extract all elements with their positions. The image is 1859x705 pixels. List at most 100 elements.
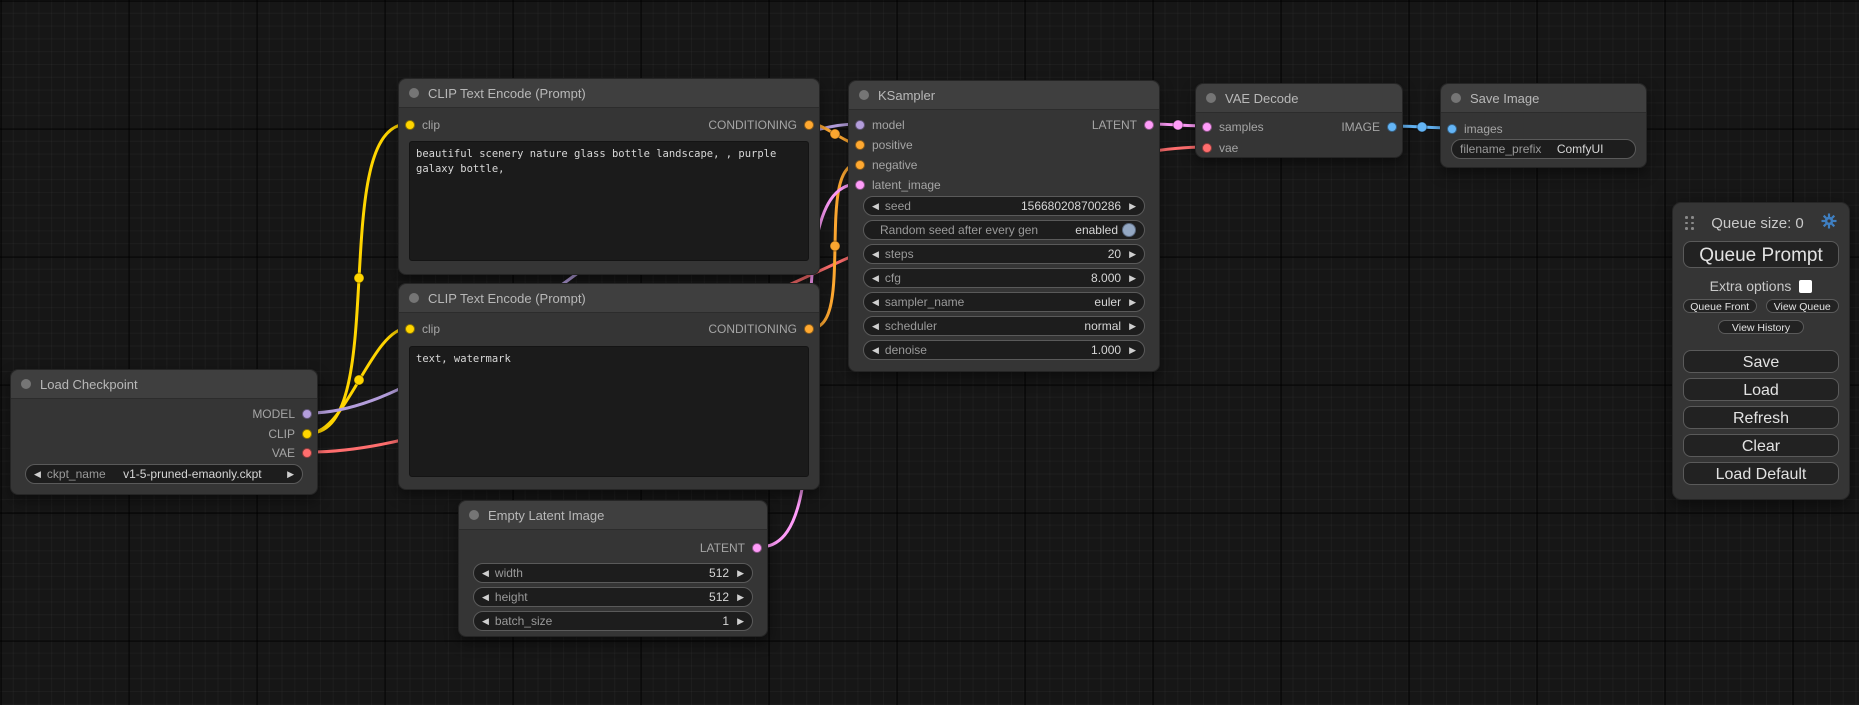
node-load-checkpoint[interactable]: Load Checkpoint MODEL CLIP VAE ◀ ckpt_na… — [10, 369, 318, 495]
widget-scheduler[interactable]: ◀ scheduler normal ▶ — [863, 316, 1145, 336]
decrement-arrow-icon[interactable]: ◀ — [34, 470, 41, 479]
output-model[interactable]: MODEL — [252, 404, 312, 424]
decrement-arrow-icon[interactable]: ◀ — [872, 202, 879, 211]
decrement-arrow-icon[interactable]: ◀ — [872, 274, 879, 283]
decrement-arrow-icon[interactable]: ◀ — [482, 617, 489, 626]
collapse-dot-icon[interactable] — [859, 90, 869, 100]
increment-arrow-icon[interactable]: ▶ — [737, 617, 744, 626]
conditioning-slot-icon[interactable] — [855, 160, 865, 170]
input-model[interactable]: model — [855, 115, 905, 135]
clip-slot-icon[interactable] — [405, 324, 415, 334]
decrement-arrow-icon[interactable]: ◀ — [872, 250, 879, 259]
output-clip[interactable]: CLIP — [268, 424, 312, 444]
node-vae-decode[interactable]: VAE Decode samples vae IMAGE — [1195, 83, 1403, 158]
load-default-button[interactable]: Load Default — [1683, 462, 1839, 485]
node-save-image[interactable]: Save Image images filename_prefix ComfyU… — [1440, 83, 1647, 168]
output-conditioning[interactable]: CONDITIONING — [708, 115, 814, 135]
decrement-arrow-icon[interactable]: ◀ — [482, 593, 489, 602]
input-clip[interactable]: clip — [405, 319, 440, 339]
collapse-dot-icon[interactable] — [1451, 93, 1461, 103]
output-latent[interactable]: LATENT — [700, 538, 762, 558]
widget-batch-size[interactable]: ◀ batch_size 1 ▶ — [473, 611, 753, 631]
decrement-arrow-icon[interactable]: ◀ — [872, 322, 879, 331]
widget-random-seed-toggle[interactable]: Random seed after every gen enabled — [863, 220, 1145, 240]
load-button[interactable]: Load — [1683, 378, 1839, 401]
latent-slot-icon[interactable] — [1202, 122, 1212, 132]
node-ksampler[interactable]: KSampler model positive negative latent_… — [848, 80, 1160, 372]
output-conditioning[interactable]: CONDITIONING — [708, 319, 814, 339]
increment-arrow-icon[interactable]: ▶ — [1129, 322, 1136, 331]
node-title-bar[interactable]: KSampler — [849, 81, 1159, 110]
node-title-bar[interactable]: CLIP Text Encode (Prompt) — [399, 284, 819, 313]
collapse-dot-icon[interactable] — [21, 379, 31, 389]
output-image[interactable]: IMAGE — [1341, 117, 1397, 137]
vae-slot-icon[interactable] — [302, 448, 312, 458]
widget-filename-prefix[interactable]: filename_prefix ComfyUI — [1451, 139, 1636, 159]
conditioning-slot-icon[interactable] — [804, 120, 814, 130]
conditioning-slot-icon[interactable] — [855, 140, 865, 150]
widget-sampler-name[interactable]: ◀ sampler_name euler ▶ — [863, 292, 1145, 312]
widget-seed[interactable]: ◀ seed 156680208700286 ▶ — [863, 196, 1145, 216]
node-title-bar[interactable]: Empty Latent Image — [459, 501, 767, 530]
image-slot-icon[interactable] — [1447, 124, 1457, 134]
widget-denoise[interactable]: ◀ denoise 1.000 ▶ — [863, 340, 1145, 360]
node-title-bar[interactable]: CLIP Text Encode (Prompt) — [399, 79, 819, 108]
increment-arrow-icon[interactable]: ▶ — [737, 593, 744, 602]
input-negative[interactable]: negative — [855, 155, 917, 175]
conditioning-slot-icon[interactable] — [804, 324, 814, 334]
increment-arrow-icon[interactable]: ▶ — [1129, 298, 1136, 307]
vae-slot-icon[interactable] — [1202, 143, 1212, 153]
output-latent[interactable]: LATENT — [1092, 115, 1154, 135]
node-clip-text-encode-negative[interactable]: CLIP Text Encode (Prompt) clip CONDITION… — [398, 283, 820, 490]
save-button[interactable]: Save — [1683, 350, 1839, 373]
increment-arrow-icon[interactable]: ▶ — [1129, 250, 1136, 259]
input-clip[interactable]: clip — [405, 115, 440, 135]
decrement-arrow-icon[interactable]: ◀ — [872, 298, 879, 307]
gear-icon[interactable] — [1821, 213, 1837, 234]
refresh-button[interactable]: Refresh — [1683, 406, 1839, 429]
drag-handle-icon[interactable] — [1685, 216, 1694, 230]
collapse-dot-icon[interactable] — [1206, 93, 1216, 103]
image-slot-icon[interactable] — [1387, 122, 1397, 132]
view-history-button[interactable]: View History — [1718, 320, 1804, 334]
latent-slot-icon[interactable] — [752, 543, 762, 553]
decrement-arrow-icon[interactable]: ◀ — [482, 569, 489, 578]
collapse-dot-icon[interactable] — [469, 510, 479, 520]
model-slot-icon[interactable] — [855, 120, 865, 130]
output-vae[interactable]: VAE — [272, 443, 312, 463]
collapse-dot-icon[interactable] — [409, 88, 419, 98]
node-clip-text-encode-positive[interactable]: CLIP Text Encode (Prompt) clip CONDITION… — [398, 78, 820, 275]
widget-cfg[interactable]: ◀ cfg 8.000 ▶ — [863, 268, 1145, 288]
widget-height[interactable]: ◀ height 512 ▶ — [473, 587, 753, 607]
latent-slot-icon[interactable] — [855, 180, 865, 190]
input-images[interactable]: images — [1447, 119, 1503, 139]
latent-slot-icon[interactable] — [1144, 120, 1154, 130]
queue-panel[interactable]: Queue size: 0 Queue Prompt Extra options — [1672, 202, 1850, 500]
queue-front-button[interactable]: Queue Front — [1683, 299, 1757, 313]
widget-ckpt-name[interactable]: ◀ ckpt_name v1-5-pruned-emaonly.ckpt ▶ — [25, 464, 303, 484]
prompt-textarea[interactable]: beautiful scenery nature glass bottle la… — [409, 141, 809, 261]
node-title-bar[interactable]: Save Image — [1441, 84, 1646, 113]
model-slot-icon[interactable] — [302, 409, 312, 419]
prompt-textarea[interactable]: text, watermark — [409, 346, 809, 477]
widget-steps[interactable]: ◀ steps 20 ▶ — [863, 244, 1145, 264]
clip-slot-icon[interactable] — [302, 429, 312, 439]
view-queue-button[interactable]: View Queue — [1766, 299, 1840, 313]
widget-width[interactable]: ◀ width 512 ▶ — [473, 563, 753, 583]
input-vae[interactable]: vae — [1202, 138, 1238, 158]
node-title-bar[interactable]: Load Checkpoint — [11, 370, 317, 399]
decrement-arrow-icon[interactable]: ◀ — [872, 346, 879, 355]
increment-arrow-icon[interactable]: ▶ — [287, 470, 294, 479]
input-positive[interactable]: positive — [855, 135, 913, 155]
input-latent-image[interactable]: latent_image — [855, 175, 941, 195]
toggle-icon[interactable] — [1122, 223, 1136, 237]
extra-options-checkbox[interactable] — [1799, 280, 1812, 293]
increment-arrow-icon[interactable]: ▶ — [1129, 274, 1136, 283]
clip-slot-icon[interactable] — [405, 120, 415, 130]
clear-button[interactable]: Clear — [1683, 434, 1839, 457]
increment-arrow-icon[interactable]: ▶ — [1129, 202, 1136, 211]
node-title-bar[interactable]: VAE Decode — [1196, 84, 1402, 113]
queue-prompt-button[interactable]: Queue Prompt — [1683, 241, 1839, 268]
input-samples[interactable]: samples — [1202, 117, 1264, 137]
collapse-dot-icon[interactable] — [409, 293, 419, 303]
